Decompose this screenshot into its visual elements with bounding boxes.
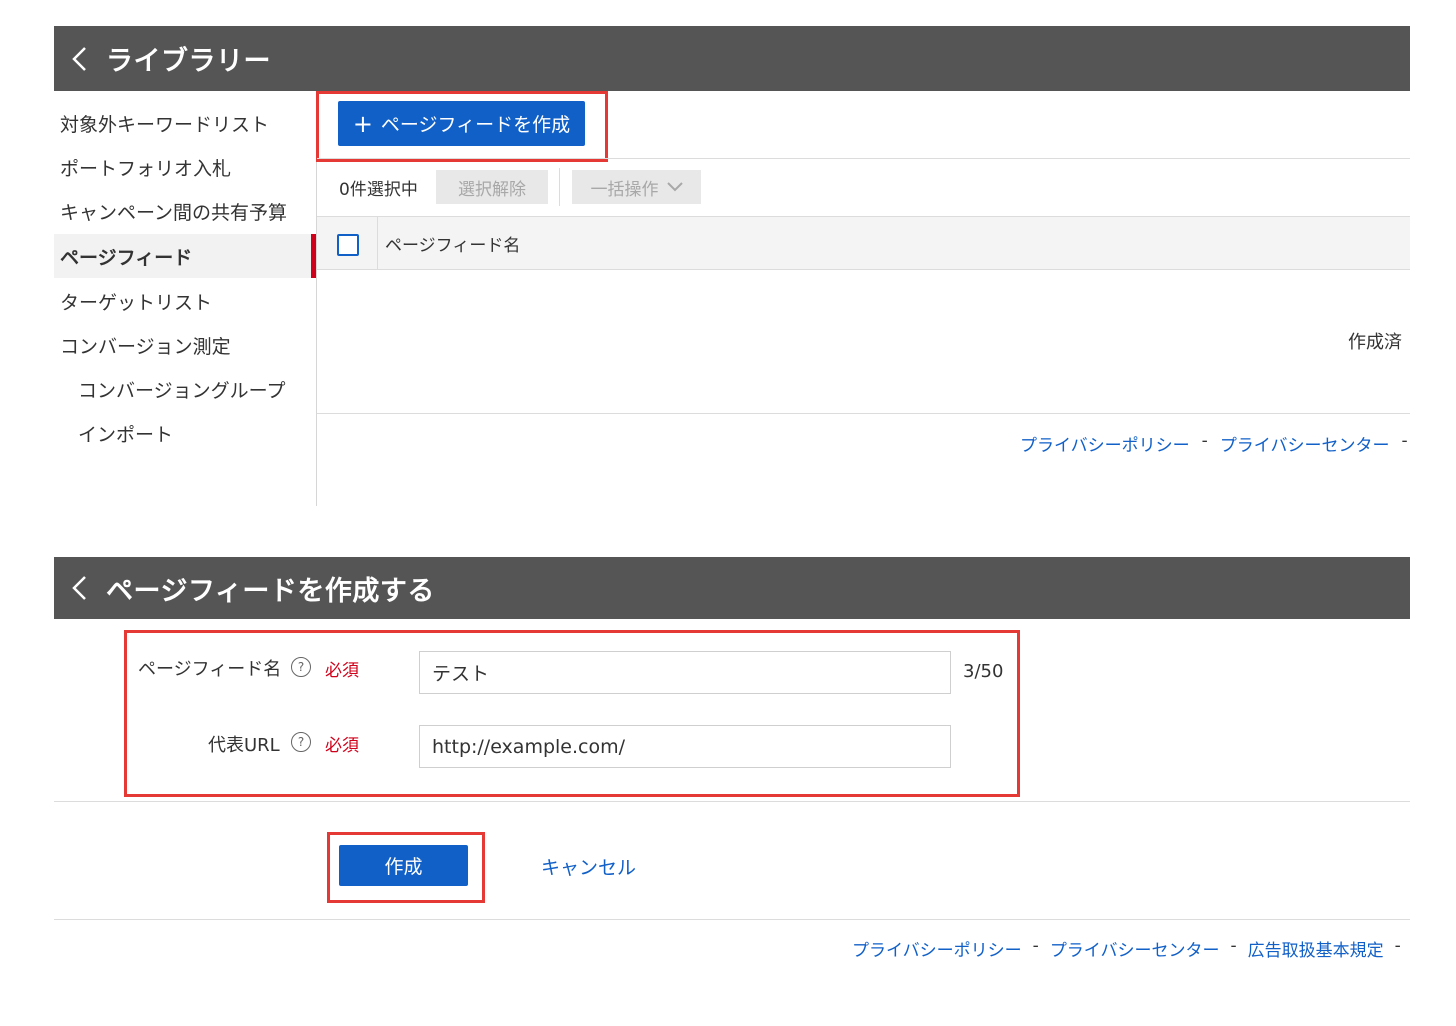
character-counter: 3/50 <box>963 661 1004 682</box>
divider <box>317 413 1410 414</box>
sidebar-item-label: ページフィード <box>60 246 193 269</box>
footer-separator: - <box>1401 431 1408 451</box>
privacy-center-link[interactable]: プライバシーセンター <box>1220 431 1390 456</box>
privacy-policy-link[interactable]: プライバシーポリシー <box>1020 431 1190 456</box>
sidebar-item-label: ターゲットリスト <box>60 291 213 314</box>
sidebar-item-label: キャンペーン間の共有予算 <box>60 201 288 224</box>
sidebar-item-page-feed[interactable]: ページフィード <box>54 234 316 278</box>
create-form-header: ページフィードを作成する <box>54 557 1410 619</box>
library-header: ライブラリー <box>54 26 1410 91</box>
deselect-label: 選択解除 <box>458 179 526 200</box>
empty-state-message: 作成済 <box>1348 332 1402 353</box>
representative-url-value: http://example.com/ <box>432 735 626 758</box>
sidebar-item-label: コンバージョングループ <box>78 379 286 402</box>
sidebar-item-label: 対象外キーワードリスト <box>60 113 270 136</box>
divider <box>317 158 1410 159</box>
create-submit-label: 作成 <box>384 856 423 878</box>
sidebar-item-label: インポート <box>78 423 174 446</box>
divider <box>54 801 1410 802</box>
footer-separator: - <box>1394 936 1401 956</box>
privacy-center-link[interactable]: プライバシーセンター <box>1050 936 1220 961</box>
divider <box>54 919 1410 920</box>
plus-icon: + <box>352 109 373 138</box>
column-header-page-feed-name: ページフィード名 <box>385 236 521 256</box>
page-title: ページフィードを作成する <box>106 575 435 607</box>
sidebar-item-portfolio-bidding[interactable]: ポートフォリオ入札 <box>54 145 316 189</box>
create-page-feed-button[interactable]: + ページフィードを作成 <box>338 101 585 146</box>
page-feed-name-value: テスト <box>432 663 490 685</box>
active-indicator <box>311 234 316 278</box>
ad-policy-link[interactable]: 広告取扱基本規定 <box>1248 936 1384 961</box>
required-badge: 必須 <box>325 736 359 756</box>
bulk-action-label: 一括操作 <box>590 179 659 200</box>
chevron-down-icon <box>666 182 683 192</box>
column-divider <box>377 217 378 269</box>
selection-count: 0件選択中 <box>339 180 418 200</box>
page-feed-name-label: ページフィード名 <box>138 659 282 680</box>
sidebar-item-label: ポートフォリオ入札 <box>60 157 232 180</box>
footer-links: プライバシーポリシー - プライバシーセンター - 広告取扱基本規定 - ビジ <box>852 936 1410 961</box>
create-submit-button[interactable]: 作成 <box>339 845 468 886</box>
help-icon[interactable]: ? <box>291 732 311 752</box>
representative-url-label: 代表URL <box>208 735 280 756</box>
back-chevron-icon[interactable] <box>70 576 92 600</box>
footer-separator: - <box>1230 936 1237 956</box>
footer-separator: - <box>1201 431 1208 451</box>
sidebar-item-import[interactable]: インポート <box>54 411 316 455</box>
help-icon[interactable]: ? <box>291 657 311 677</box>
deselect-button[interactable]: 選択解除 <box>436 170 548 204</box>
required-badge: 必須 <box>325 661 359 681</box>
sidebar-item-label: コンバージョン測定 <box>60 335 231 358</box>
sidebar-item-negative-keywords[interactable]: 対象外キーワードリスト <box>54 101 316 145</box>
representative-url-input[interactable]: http://example.com/ <box>419 725 951 768</box>
toolbar-divider <box>559 168 560 206</box>
footer-separator: - <box>1032 936 1039 956</box>
privacy-policy-link[interactable]: プライバシーポリシー <box>852 936 1022 961</box>
cancel-link[interactable]: キャンセル <box>541 853 636 880</box>
page-title: ライブラリー <box>106 46 271 77</box>
sidebar-item-conversion-measurement[interactable]: コンバージョン測定 <box>54 323 316 367</box>
footer-links: プライバシーポリシー - プライバシーセンター - <box>1020 431 1410 456</box>
page-feed-name-input[interactable]: テスト <box>419 651 951 694</box>
sidebar-item-conversion-group[interactable]: コンバージョングループ <box>54 367 316 411</box>
sidebar-item-shared-budget[interactable]: キャンペーン間の共有予算 <box>54 189 316 233</box>
create-page-feed-label: ページフィードを作成 <box>380 114 571 136</box>
bulk-action-dropdown[interactable]: 一括操作 <box>572 170 701 204</box>
select-all-checkbox[interactable] <box>337 234 359 256</box>
back-chevron-icon[interactable] <box>70 46 92 71</box>
sidebar-item-target-list[interactable]: ターゲットリスト <box>54 279 316 323</box>
